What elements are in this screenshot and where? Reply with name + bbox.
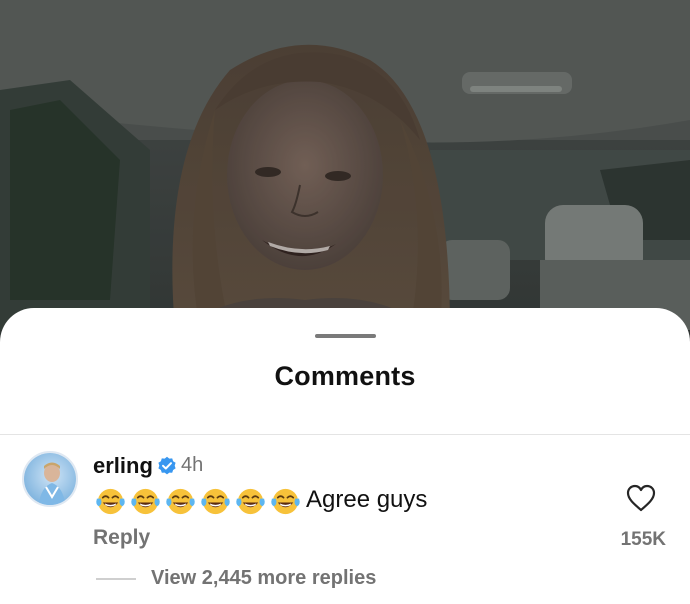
face-with-tears-of-joy-icon <box>271 488 300 514</box>
like-count: 155K <box>620 529 666 550</box>
sheet-title: Comments <box>274 361 416 391</box>
view-more-replies-button[interactable]: View 2,445 more replies <box>151 567 376 590</box>
video-frame-image <box>0 0 690 360</box>
face-with-tears-of-joy-icon <box>236 488 265 514</box>
avatar[interactable] <box>22 451 78 507</box>
heart-icon[interactable] <box>626 484 656 512</box>
face-with-tears-of-joy-icon <box>201 488 230 514</box>
comments-sheet: Comments erling 4h Agree guys Reply 155K… <box>0 308 690 604</box>
comment-username[interactable]: erling <box>93 453 153 479</box>
comment-text: Agree guys <box>95 485 427 515</box>
reply-button[interactable]: Reply <box>93 526 150 550</box>
comment-body: Agree guys <box>306 486 428 513</box>
divider <box>0 434 690 435</box>
avatar-image <box>24 453 76 505</box>
replies-line <box>96 578 136 580</box>
face-with-tears-of-joy-icon <box>166 488 195 514</box>
comment-timestamp: 4h <box>181 454 204 476</box>
face-with-tears-of-joy-icon <box>131 488 160 514</box>
drag-handle[interactable] <box>315 334 376 338</box>
face-with-tears-of-joy-icon <box>96 488 125 514</box>
verified-badge-icon <box>158 456 176 475</box>
video-frame[interactable] <box>0 0 690 360</box>
